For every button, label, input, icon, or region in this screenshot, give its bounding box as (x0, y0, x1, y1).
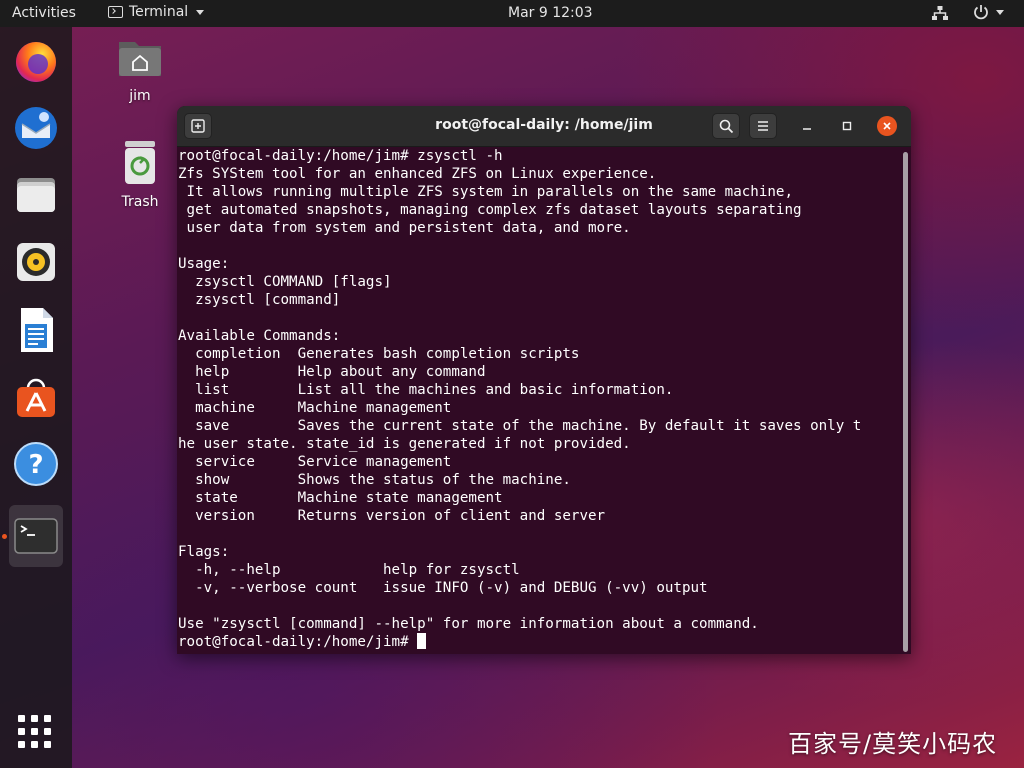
libreoffice-writer-icon[interactable] (9, 303, 63, 357)
power-icon (974, 5, 988, 20)
terminal-line: zsysctl [command] (178, 292, 341, 308)
chevron-down-icon (996, 9, 1004, 15)
minimize-icon (803, 128, 811, 130)
terminal-line: Usage: (178, 256, 230, 272)
desktop-home-folder[interactable]: jim (105, 36, 175, 104)
terminal-line: user data from system and persistent dat… (178, 220, 631, 236)
terminal-line: It allows running multiple ZFS system in… (178, 184, 793, 200)
running-indicator (2, 534, 7, 539)
hamburger-menu-icon (758, 121, 768, 131)
home-folder-icon (119, 42, 161, 76)
terminal-line: Use "zsysctl [command] --help" for more … (178, 616, 759, 632)
menu-button[interactable] (749, 113, 777, 139)
maximize-button[interactable] (837, 116, 857, 136)
terminal-line: machine Machine management (178, 400, 452, 416)
terminal-output[interactable]: root@focal-daily:/home/jim# zsysctl -h Zf… (178, 147, 898, 652)
terminal-line: Available Commands: (178, 328, 341, 344)
terminal-line: get automated snapshots, managing comple… (178, 202, 802, 218)
search-button[interactable] (712, 113, 740, 139)
terminal-line: he user state. state_id is generated if … (178, 436, 631, 452)
terminal-line: -h, --help help for zsysctl (178, 562, 520, 578)
terminal-line: show Shows the status of the machine. (178, 472, 571, 488)
files-icon[interactable] (9, 168, 63, 222)
activities-button[interactable]: Activities (12, 5, 76, 21)
terminal-icon[interactable] (9, 505, 63, 567)
terminal-line: root@focal-daily:/home/jim# (178, 633, 898, 651)
terminal-window[interactable]: root@focal-daily: /home/jim root@focal-d… (177, 106, 911, 654)
firefox-icon[interactable] (9, 34, 63, 88)
network-icon[interactable] (931, 5, 949, 25)
dock: ? (0, 27, 72, 768)
home-folder-label: jim (129, 88, 151, 104)
scrollbar[interactable] (903, 152, 908, 652)
terminal-line: root@focal-daily:/home/jim# zsysctl -h (178, 148, 503, 164)
chevron-down-icon (196, 9, 205, 15)
watermark: 百家号/莫笑小码农 (788, 730, 998, 758)
app-menu-label: Terminal (129, 4, 189, 20)
terminal-line: Flags: (178, 544, 230, 560)
help-icon[interactable]: ? (9, 437, 63, 491)
minimize-button[interactable] (797, 116, 817, 136)
desktop-trash[interactable]: Trash (105, 140, 175, 210)
text-cursor (417, 633, 427, 649)
terminal-line: zsysctl COMMAND [flags] (178, 274, 392, 290)
close-icon (883, 122, 891, 130)
trash-icon (125, 141, 155, 184)
thunderbird-icon[interactable] (9, 101, 63, 155)
terminal-line: -v, --verbose count issue INFO (-v) and … (178, 580, 708, 596)
close-button[interactable] (877, 116, 897, 136)
maximize-icon (842, 121, 852, 131)
app-menu[interactable]: Terminal (108, 4, 205, 20)
trash-label: Trash (121, 194, 159, 210)
terminal-line: version Returns version of client and se… (178, 508, 606, 524)
clock[interactable]: Mar 9 12:03 (508, 5, 593, 21)
terminal-line: save Saves the current state of the mach… (178, 418, 862, 434)
terminal-app-icon (108, 6, 123, 18)
svg-text:?: ? (28, 450, 43, 480)
terminal-line: list List all the machines and basic inf… (178, 382, 674, 398)
top-bar: Activities Terminal Mar 9 12:03 (0, 0, 1024, 27)
terminal-line: Zfs SYStem tool for an enhanced ZFS on L… (178, 166, 657, 182)
show-applications-button[interactable] (18, 715, 52, 749)
rhythmbox-icon[interactable] (9, 235, 63, 289)
terminal-titlebar[interactable]: root@focal-daily: /home/jim (177, 106, 911, 147)
terminal-line: completion Generates bash completion scr… (178, 346, 580, 362)
ubuntu-software-icon[interactable] (9, 370, 63, 424)
terminal-line: service Service management (178, 454, 452, 470)
system-menu[interactable] (973, 4, 1004, 20)
terminal-line: help Help about any command (178, 364, 486, 380)
terminal-line: state Machine state management (178, 490, 503, 506)
search-icon (719, 119, 733, 133)
